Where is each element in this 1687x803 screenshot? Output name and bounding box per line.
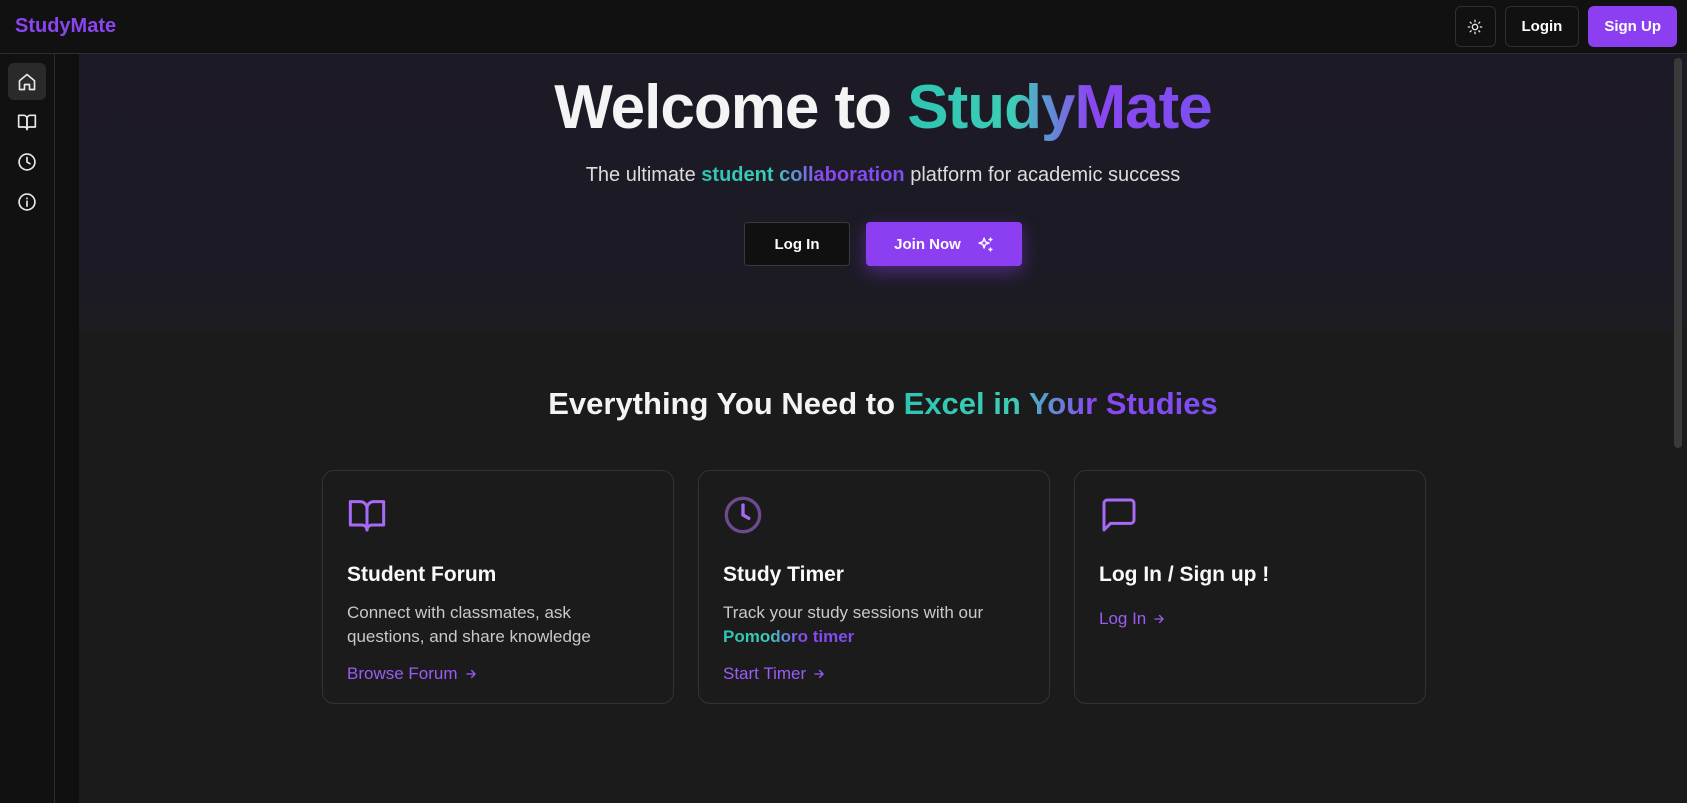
sidebar-gutter — [55, 54, 79, 803]
sun-icon — [1467, 19, 1483, 34]
clock-icon — [724, 496, 762, 534]
brand-logo[interactable]: StudyMate — [15, 15, 116, 38]
signup-button[interactable]: Sign Up — [1588, 6, 1677, 47]
join-now-label: Join Now — [894, 235, 961, 253]
main-content: Welcome to StudyMate The ultimate studen… — [79, 54, 1687, 803]
sidebar-item-forum[interactable] — [8, 103, 46, 140]
start-timer-link[interactable]: Start Timer — [723, 664, 826, 684]
features-title-highlight: Excel in Your Studies — [903, 386, 1218, 421]
info-icon — [18, 192, 36, 211]
hero-subtitle: The ultimate student collaboration platf… — [79, 164, 1687, 187]
hero-title-highlight: StudyMate — [907, 73, 1212, 142]
arrow-right-icon — [814, 669, 824, 679]
arrow-right-icon — [1154, 614, 1164, 624]
card-title: Log In / Sign up ! — [1099, 563, 1270, 586]
home-icon — [18, 73, 36, 90]
topbar-actions: Login Sign Up — [1454, 6, 1677, 47]
card-description: Connect with classmates, ask questions, … — [347, 603, 591, 646]
hero-title: Welcome to StudyMate — [79, 72, 1687, 143]
sidebar-item-about[interactable] — [8, 183, 46, 220]
card-login-signup: Log In / Sign up ! Log In — [1074, 470, 1426, 704]
description-highlight: Pomodoro timer — [723, 627, 855, 646]
features-title-plain: Everything You Need to — [548, 386, 904, 421]
scrollbar[interactable] — [1671, 54, 1685, 803]
clock-icon — [18, 152, 36, 171]
sparkles-icon — [978, 236, 993, 252]
card-study-timer: Study Timer Track your study sessions wi… — [698, 470, 1050, 704]
features-title: Everything You Need to Excel in Your Stu… — [79, 386, 1687, 422]
top-navbar: StudyMate Login Sign Up — [0, 0, 1687, 54]
sidebar-item-home[interactable] — [8, 63, 46, 100]
sidebar-item-timer[interactable] — [8, 143, 46, 180]
description-plain: Track your study sessions with our — [723, 603, 984, 622]
hero-actions: Log In Join Now — [79, 222, 1687, 266]
login-button[interactable]: Login — [1504, 6, 1580, 47]
message-square-icon — [1102, 498, 1136, 532]
subtitle-before: The ultimate — [585, 164, 702, 186]
link-label: Start Timer — [723, 664, 807, 683]
card-login-link[interactable]: Log In — [1099, 609, 1166, 629]
card-title: Study Timer — [723, 563, 844, 586]
hero-login-button[interactable]: Log In — [744, 222, 850, 266]
card-title: Student Forum — [347, 563, 497, 586]
subtitle-highlight: student collaboration — [701, 164, 905, 186]
subtitle-after: platform for academic success — [904, 164, 1181, 186]
book-open-icon — [17, 114, 37, 130]
join-now-button[interactable]: Join Now — [866, 222, 1022, 266]
card-icon-wrap — [723, 495, 1025, 535]
card-description: Track your study sessions with our Pomod… — [723, 601, 1025, 649]
link-label: Browse Forum — [347, 664, 458, 683]
sidebar — [0, 54, 55, 803]
book-open-icon — [348, 500, 386, 532]
hero-title-plain: Welcome to — [554, 73, 908, 142]
theme-toggle-button[interactable] — [1454, 6, 1496, 47]
card-icon-wrap — [347, 495, 649, 535]
link-label: Log In — [1099, 609, 1147, 628]
arrow-right-icon — [465, 669, 476, 679]
browse-forum-link[interactable]: Browse Forum — [347, 664, 478, 684]
card-student-forum: Student Forum Connect with classmates, a… — [322, 470, 674, 704]
hero-section: Welcome to StudyMate The ultimate studen… — [79, 54, 1687, 330]
feature-cards: Student Forum Connect with classmates, a… — [322, 470, 1426, 704]
scrollbar-thumb[interactable] — [1674, 58, 1682, 448]
card-icon-wrap — [1099, 495, 1401, 535]
